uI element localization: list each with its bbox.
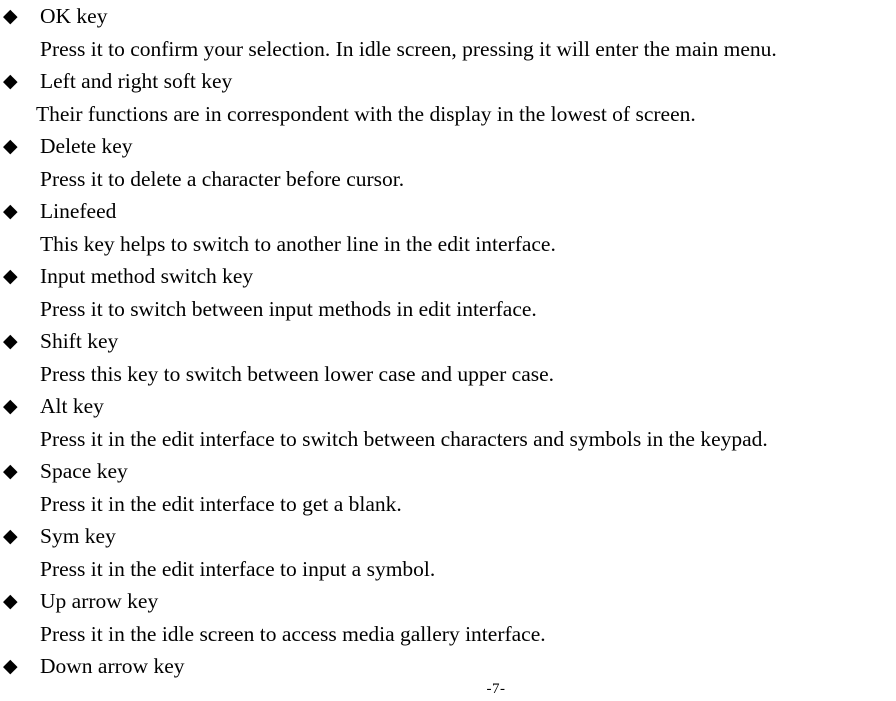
list-item-description: Press it in the edit interface to get a … [40,491,402,516]
list-item-heading: ◆ Alt key [0,390,896,423]
key-name-label: Alt key [40,394,104,419]
list-item-heading: ◆ Input method switch key [0,260,896,293]
list-item-heading: ◆ OK key [0,0,896,33]
list-item-heading: ◆ Left and right soft key [0,65,896,98]
list-item-description: Press it in the edit interface to input … [40,556,436,581]
diamond-bullet-icon: ◆ [3,330,18,353]
list-item-description: Press it to delete a character before cu… [40,166,405,191]
list-item-description: Their functions are in correspondent wit… [36,101,696,126]
key-name-label: Input method switch key [40,264,254,289]
diamond-bullet-icon: ◆ [3,395,18,418]
diamond-bullet-icon: ◆ [3,200,18,223]
diamond-bullet-icon: ◆ [3,70,18,93]
key-name-label: OK key [40,4,108,28]
key-name-label: Linefeed [40,199,117,224]
list-item-description: Press it in the edit interface to switch… [40,426,768,451]
page-footer: -7- [0,679,896,699]
page-number: -7- [486,681,506,697]
manual-page: ◆ OK key Press it to confirm your select… [0,0,896,701]
list-item-description: Press it to switch between input methods… [40,296,537,321]
key-name-label: Space key [40,459,128,484]
list-item-description: Press this key to switch between lower c… [40,361,555,386]
list-item-heading: ◆ Delete key [0,130,896,163]
diamond-bullet-icon: ◆ [3,590,18,613]
list-item-heading: ◆ Up arrow key [0,585,896,618]
diamond-bullet-icon: ◆ [3,135,18,158]
diamond-bullet-icon: ◆ [3,265,18,288]
list-item-heading: ◆ Down arrow key [0,650,896,683]
list-item-description: This key helps to switch to another line… [40,231,556,256]
diamond-bullet-icon: ◆ [3,525,18,548]
list-item-description: Press it in the idle screen to access me… [40,621,546,646]
key-name-label: Delete key [40,134,133,159]
key-name-label: Left and right soft key [40,69,233,94]
key-name-label: Up arrow key [40,589,159,614]
key-name-label: Shift key [40,329,119,354]
diamond-bullet-icon: ◆ [3,460,18,483]
list-item-description: Press it to confirm your selection. In i… [40,36,777,61]
key-name-label: Sym key [40,524,116,549]
key-description-list: ◆ OK key Press it to confirm your select… [0,0,896,683]
list-item-heading: ◆ Sym key [0,520,896,553]
list-item-heading: ◆ Shift key [0,325,896,358]
list-item-heading: ◆ Space key [0,455,896,488]
diamond-bullet-icon: ◆ [3,655,18,678]
list-item-heading: ◆ Linefeed [0,195,896,228]
key-name-label: Down arrow key [40,654,185,679]
diamond-bullet-icon: ◆ [3,5,18,27]
